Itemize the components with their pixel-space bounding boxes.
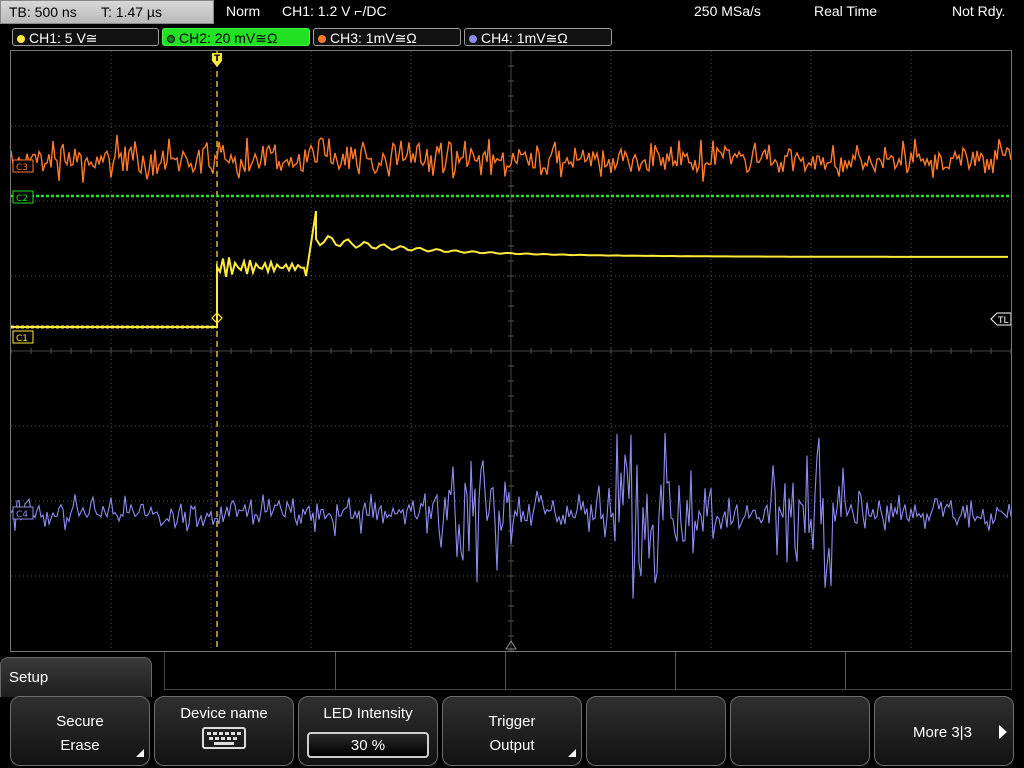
- trigger-mode[interactable]: Norm: [226, 3, 260, 19]
- tab-ch2[interactable]: CH2: 20 mV≅Ω: [162, 28, 310, 46]
- measurement-cell: [675, 652, 846, 689]
- menu-title: Setup: [0, 657, 152, 697]
- trigger-output-button[interactable]: Trigger Output: [442, 696, 582, 766]
- waveform-canvas[interactable]: C3 C2 C1 C4 TL T: [11, 51, 1011, 651]
- trigger-level-text: TL: [997, 316, 1009, 326]
- keyboard-icon: [202, 727, 246, 749]
- ch2-marker: C2: [12, 190, 34, 204]
- measurement-cell: [165, 652, 336, 689]
- softkey-label: Secure: [56, 713, 104, 730]
- softkey-label: More 3|3: [913, 724, 972, 741]
- ch1-marker-text: C1: [16, 334, 28, 344]
- softkey-label: LED Intensity: [323, 705, 413, 722]
- status-bar: TB: 500 ns T: 1.47 µs Norm CH1: 1.2 V ⌐/…: [0, 0, 1024, 24]
- trigger-position-text: T: [214, 54, 221, 64]
- tab-ch4[interactable]: CH4: 1mV≅Ω: [464, 28, 612, 46]
- timebase-box[interactable]: TB: 500 ns T: 1.47 µs: [0, 0, 214, 24]
- measurement-cell: [335, 652, 506, 689]
- device-name-button[interactable]: Device name: [154, 696, 294, 766]
- secure-erase-button[interactable]: Secure Erase: [10, 696, 150, 766]
- ch4-marker-text: C4: [16, 510, 28, 520]
- led-intensity-button[interactable]: LED Intensity 30 %: [298, 696, 438, 766]
- softkey-label: Erase: [60, 737, 100, 754]
- measurement-cell: [505, 652, 676, 689]
- ch4-marker: C4: [12, 506, 34, 520]
- trigger-level-marker: TL: [990, 312, 1011, 326]
- trigger-position-marker: T: [212, 53, 222, 67]
- trigger-source[interactable]: CH1: 1.2 V ⌐/DC: [282, 3, 387, 19]
- trigger-time-readout: T: 1.47 µs: [101, 4, 162, 20]
- ch1-dot-icon: [17, 35, 25, 43]
- graticule: [11, 51, 1011, 651]
- ch3-marker: C3: [12, 159, 34, 173]
- tab-ch4-label: CH4: 1mV≅Ω: [481, 30, 568, 46]
- ch1-marker: C1: [12, 330, 34, 344]
- submenu-corner-icon: [136, 749, 144, 757]
- led-intensity-value[interactable]: 30 %: [307, 732, 429, 758]
- next-page-icon: [999, 725, 1007, 739]
- acquisition-mode: Real Time: [814, 3, 878, 19]
- ch1-trace: [11, 210, 1008, 328]
- softkey-empty-5[interactable]: [586, 696, 726, 766]
- ch3-marker-text: C3: [16, 163, 28, 173]
- softkey-label: Device name: [180, 705, 268, 722]
- tab-ch2-label: CH2: 20 mV≅Ω: [179, 30, 278, 46]
- tab-ch3-label: CH3: 1mV≅Ω: [330, 30, 417, 46]
- softkey-label: Output: [489, 737, 535, 754]
- measurement-strip: [164, 652, 1012, 690]
- timebase-readout: TB: 500 ns: [9, 4, 77, 20]
- more-button[interactable]: More 3|3: [874, 696, 1014, 766]
- sample-rate: 250 MSa/s: [694, 3, 761, 19]
- tab-ch1-label: CH1: 5 V≅: [29, 30, 98, 46]
- tab-ch3[interactable]: CH3: 1mV≅Ω: [313, 28, 461, 46]
- softkey-empty-6[interactable]: [730, 696, 870, 766]
- ch4-dot-icon: [469, 35, 477, 43]
- submenu-corner-icon: [568, 749, 576, 757]
- ch2-marker-text: C2: [16, 194, 28, 204]
- ch3-dot-icon: [318, 35, 326, 43]
- ch2-dot-icon: [167, 35, 175, 43]
- tab-ch1[interactable]: CH1: 5 V≅: [12, 28, 159, 46]
- softkey-label: Trigger: [488, 713, 536, 730]
- ready-status: Not Rdy.: [952, 3, 1006, 19]
- waveform-display[interactable]: C3 C2 C1 C4 TL T: [10, 50, 1012, 652]
